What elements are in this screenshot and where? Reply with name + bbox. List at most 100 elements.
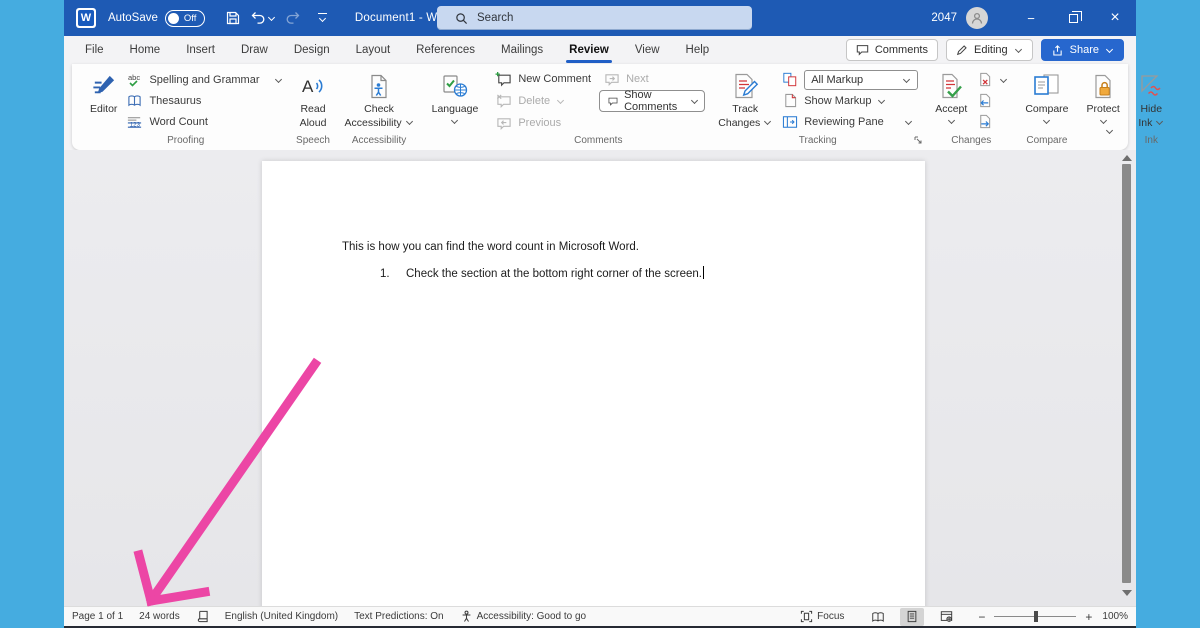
web-layout-button[interactable]	[934, 608, 958, 626]
accessibility-person-icon	[460, 610, 473, 623]
group-compare: Compare Compare	[1017, 66, 1076, 150]
tab-layout[interactable]: Layout	[343, 36, 404, 64]
hide-ink-icon	[1138, 71, 1165, 101]
word-count-button[interactable]: 123 Word Count	[122, 111, 286, 132]
compare-label: Compare	[1025, 103, 1068, 117]
document-page[interactable]: This is how you can find the word count …	[262, 161, 925, 606]
accessibility-status[interactable]: Accessibility: Good to go	[452, 610, 595, 623]
accept-chevron-icon	[947, 117, 956, 125]
accessibility-status-label: Accessibility: Good to go	[477, 611, 587, 622]
word-count-123-icon: 123	[126, 115, 143, 129]
quick-access-overflow-button[interactable]	[309, 4, 337, 32]
track-changes-button[interactable]: Track Changes	[713, 68, 777, 135]
show-comments-button[interactable]: Show Comments	[599, 90, 705, 112]
close-button[interactable]: ×	[1094, 0, 1136, 36]
zoom-slider-thumb[interactable]	[1034, 611, 1038, 622]
minimize-button[interactable]: −	[1010, 0, 1052, 36]
group-accessibility: Check Accessibility Accessibility	[337, 66, 422, 150]
show-markup-icon	[781, 93, 798, 108]
tracking-dialog-launcher[interactable]	[913, 135, 923, 148]
all-markup-select[interactable]: All Markup	[804, 70, 918, 90]
reviewing-pane-button[interactable]: Reviewing Pane	[777, 111, 922, 132]
group-proofing: Editor abc Spelling and Grammar	[82, 66, 290, 150]
scrollbar-thumb[interactable]	[1122, 164, 1131, 583]
protect-lock-icon	[1090, 71, 1116, 101]
collapse-ribbon-button[interactable]	[1105, 122, 1114, 140]
word-logo-icon: W	[76, 8, 96, 28]
tab-insert[interactable]: Insert	[173, 36, 228, 64]
tab-view[interactable]: View	[622, 36, 673, 64]
markup-pages-icon	[781, 72, 798, 87]
zoom-out-button[interactable]: −	[976, 610, 987, 624]
page-indicator[interactable]: Page 1 of 1	[70, 611, 131, 622]
read-aloud-button[interactable]: A Read Aloud	[295, 68, 332, 135]
tab-draw[interactable]: Draw	[228, 36, 281, 64]
next-change-button[interactable]	[972, 111, 1012, 132]
share-button-label: Share	[1070, 44, 1099, 56]
editor-pen-icon	[90, 71, 117, 101]
protect-label: Protect	[1087, 103, 1120, 117]
hide-ink-button[interactable]: Hide Ink	[1133, 68, 1170, 135]
delete-comment-label: Delete	[518, 95, 550, 107]
tab-review[interactable]: Review	[556, 36, 622, 64]
text-predictions-label: Text Predictions: On	[354, 611, 443, 622]
ribbon: Editor abc Spelling and Grammar	[64, 64, 1136, 150]
tab-help[interactable]: Help	[673, 36, 723, 64]
autosave-toggle[interactable]: AutoSave Off	[108, 10, 205, 27]
proofing-status-button[interactable]	[188, 610, 217, 623]
zoom-level[interactable]: 100%	[1094, 611, 1130, 622]
account-avatar[interactable]	[966, 7, 988, 29]
autosave-switch[interactable]: Off	[165, 10, 205, 27]
scroll-up-arrow-icon[interactable]	[1122, 155, 1132, 161]
read-mode-button[interactable]	[866, 608, 890, 626]
all-markup-chevron-icon	[902, 76, 911, 84]
restore-button[interactable]	[1052, 0, 1094, 36]
thesaurus-button[interactable]: Thesaurus	[122, 90, 286, 111]
group-label-accessibility: Accessibility	[337, 135, 422, 150]
protect-button[interactable]: Protect	[1082, 68, 1125, 135]
zoom-slider[interactable]	[994, 616, 1076, 617]
language-status[interactable]: English (United Kingdom)	[217, 611, 346, 622]
new-comment-button[interactable]: New Comment	[491, 69, 595, 90]
tab-mailings[interactable]: Mailings	[488, 36, 556, 64]
word-count-status[interactable]: 24 words	[131, 611, 188, 622]
show-comments-icon	[608, 95, 618, 108]
compare-button[interactable]: Compare	[1020, 68, 1073, 135]
spelling-chevron-icon	[274, 76, 283, 84]
undo-button[interactable]	[249, 4, 277, 32]
check-accessibility-button[interactable]: Check Accessibility	[340, 68, 419, 135]
tab-home[interactable]: Home	[117, 36, 174, 64]
group-label-speech: Speech	[292, 135, 335, 150]
search-input[interactable]: Search	[437, 6, 752, 30]
share-button[interactable]: Share	[1041, 39, 1124, 61]
zoom-in-button[interactable]: +	[1083, 610, 1094, 624]
tab-file[interactable]: File	[72, 36, 117, 64]
vertical-scrollbar[interactable]	[1120, 150, 1134, 606]
document-list-item[interactable]: 1. Check the section at the bottom right…	[380, 266, 704, 280]
restore-icon	[1069, 14, 1078, 23]
accept-button[interactable]: Accept	[930, 68, 972, 135]
tab-design[interactable]: Design	[281, 36, 343, 64]
previous-comment-icon	[495, 116, 512, 131]
undo-chevron-icon	[267, 14, 276, 22]
focus-mode-button[interactable]: Focus	[792, 610, 852, 623]
text-predictions-status[interactable]: Text Predictions: On	[346, 611, 451, 622]
compare-icon	[1032, 71, 1062, 101]
check-accessibility-chevron-icon	[405, 118, 414, 126]
language-button[interactable]: Language	[427, 68, 484, 135]
read-mode-icon	[871, 611, 885, 623]
scroll-down-arrow-icon[interactable]	[1122, 590, 1132, 596]
reject-button[interactable]	[972, 69, 1012, 90]
document-paragraph[interactable]: This is how you can find the word count …	[342, 241, 639, 253]
reviewing-pane-label: Reviewing Pane	[804, 116, 884, 128]
previous-change-button[interactable]	[972, 90, 1012, 111]
spelling-grammar-button[interactable]: abc Spelling and Grammar	[122, 69, 286, 90]
previous-comment-label: Previous	[518, 117, 561, 129]
editor-button[interactable]: Editor	[85, 68, 122, 135]
show-markup-button[interactable]: Show Markup	[777, 90, 922, 111]
print-layout-button[interactable]	[900, 608, 924, 626]
tab-references[interactable]: References	[403, 36, 488, 64]
save-button[interactable]	[219, 4, 247, 32]
editing-mode-button[interactable]: Editing	[946, 39, 1033, 61]
comments-button[interactable]: Comments	[846, 39, 938, 61]
